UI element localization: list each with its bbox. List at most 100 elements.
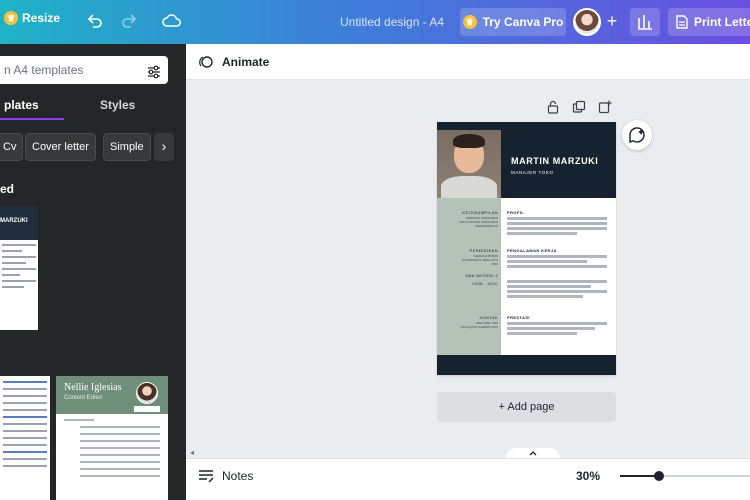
- notes-icon: [199, 470, 214, 483]
- resume-section-achievements: PRESTASI: [507, 315, 530, 320]
- document-title[interactable]: Untitled design - A4: [340, 15, 444, 29]
- resume-label-education: PENDIDIKAN: [469, 248, 498, 253]
- chat-sparkle-icon: [629, 127, 645, 144]
- try-canva-pro-button[interactable]: ♛ Try Canva Pro: [460, 8, 566, 36]
- resume-footer: [437, 355, 616, 375]
- text-line: [2, 274, 20, 276]
- try-pro-label: Try Canva Pro: [482, 15, 564, 29]
- text-line: [3, 416, 47, 418]
- template-search-input[interactable]: n A4 templates: [0, 56, 168, 84]
- design-page[interactable]: MARTIN MARZUKI MANAJER TOKO KETERAMPILAN…: [437, 122, 616, 375]
- text-line: [507, 322, 607, 325]
- text-line: [2, 262, 26, 264]
- ai-assist-button[interactable]: [622, 120, 652, 150]
- resize-button[interactable]: ♛ Resize: [4, 11, 60, 25]
- text-line: [3, 465, 47, 467]
- filter-icon[interactable]: [146, 62, 162, 90]
- template-thumbnail[interactable]: [0, 376, 50, 500]
- bar-chart-icon: [638, 15, 652, 30]
- scroll-left-icon[interactable]: ◂: [190, 448, 194, 457]
- cloud-save-icon[interactable]: [162, 12, 182, 35]
- resume-name[interactable]: MARTIN MARZUKI: [511, 156, 598, 166]
- lock-icon[interactable]: [546, 100, 560, 114]
- active-tab-indicator: [0, 118, 64, 120]
- tab-styles[interactable]: Styles: [100, 98, 135, 112]
- text-line: [507, 232, 577, 235]
- text-line: [3, 458, 47, 460]
- thumbnail-header: MARZUKI: [0, 206, 38, 240]
- zoom-slider[interactable]: [620, 471, 750, 481]
- text-line: [3, 444, 47, 446]
- text-line: [80, 447, 160, 449]
- resize-label: Resize: [22, 11, 61, 25]
- text-line: [507, 217, 607, 220]
- add-page-button[interactable]: + Add page: [437, 392, 616, 422]
- page-tools: [546, 100, 612, 114]
- redo-icon[interactable]: [120, 12, 138, 35]
- zoom-level[interactable]: 30%: [576, 469, 600, 483]
- print-letter-button[interactable]: Print Letter: [668, 8, 750, 36]
- animate-label: Animate: [222, 55, 270, 69]
- resume-sub: HALO@SITUSHEBAT.COM: [460, 325, 498, 329]
- text-line: [507, 222, 607, 225]
- text-line: [3, 395, 47, 397]
- text-line: [3, 388, 47, 390]
- thumbnail-name: MARZUKI: [0, 218, 28, 224]
- undo-icon[interactable]: [86, 12, 104, 35]
- resume-sub: KEPEMIMPINAN: [474, 224, 498, 228]
- text-line: [507, 255, 607, 258]
- top-bar: ♛ Resize Untitled design - A4 ♛ Try Canv…: [0, 0, 750, 44]
- photo-shirt: [441, 176, 497, 198]
- chevron-right-icon[interactable]: ›: [154, 133, 174, 161]
- text-line: [2, 256, 36, 258]
- text-line: [507, 285, 591, 288]
- thumbnail-header: Nellie Iglesias Content Editor: [56, 376, 168, 414]
- share-plus-icon[interactable]: +: [602, 12, 622, 32]
- resume-sub: 2010: [491, 262, 498, 266]
- bottom-bar: Notes 30%: [186, 458, 750, 500]
- resume-role[interactable]: MANAJER TOKO: [511, 170, 554, 175]
- chevron-up-icon: [529, 451, 537, 456]
- text-line: [80, 461, 160, 463]
- text-line: [80, 426, 160, 428]
- duplicate-page-icon[interactable]: [572, 100, 586, 114]
- text-line: [507, 265, 607, 268]
- text-line: [507, 260, 587, 263]
- photo-hair: [453, 134, 485, 148]
- text-line: [507, 295, 583, 298]
- animate-button[interactable]: Animate: [198, 54, 269, 70]
- chip-simple[interactable]: Simple: [103, 133, 151, 161]
- user-avatar[interactable]: [573, 8, 601, 36]
- text-line: [3, 451, 47, 453]
- resume-label-years: 2005 - 2010: [472, 281, 498, 286]
- canva-editor: ♛ Resize Untitled design - A4 ♛ Try Canv…: [0, 0, 750, 500]
- text-line: [80, 440, 160, 442]
- chip-cover-letter[interactable]: Cover letter: [25, 133, 96, 161]
- add-page-icon[interactable]: [598, 100, 612, 114]
- thumbnail-photo: [136, 382, 158, 404]
- text-line: [3, 402, 47, 404]
- text-line: [3, 430, 47, 432]
- text-line: [80, 475, 160, 477]
- crown-icon: ♛: [462, 15, 477, 29]
- template-thumbnail[interactable]: MARZUKI: [0, 206, 38, 330]
- notes-label: Notes: [222, 469, 254, 483]
- insights-button[interactable]: [630, 8, 660, 36]
- text-line: [80, 468, 160, 470]
- template-thumbnail[interactable]: Nellie Iglesias Content Editor: [56, 376, 168, 500]
- editor-toolbar: Animate: [186, 44, 750, 80]
- crown-icon: ♛: [4, 11, 18, 25]
- text-line: [507, 290, 607, 293]
- resume-label-skills: KETERAMPILAN: [462, 210, 498, 215]
- profile-photo[interactable]: [437, 130, 501, 198]
- tab-templates[interactable]: plates: [4, 98, 39, 112]
- resume-section-profile: PROFIL: [507, 210, 525, 215]
- zoom-slider-thumb[interactable]: [654, 471, 664, 481]
- text-line: [2, 286, 24, 288]
- templates-panel: n A4 templates plates Styles Cv Cover le…: [0, 44, 186, 500]
- text-line: [80, 433, 160, 435]
- chip-cv[interactable]: Cv: [0, 133, 24, 161]
- notes-button[interactable]: Notes: [198, 469, 253, 483]
- text-line: [507, 227, 607, 230]
- text-line: [3, 437, 47, 439]
